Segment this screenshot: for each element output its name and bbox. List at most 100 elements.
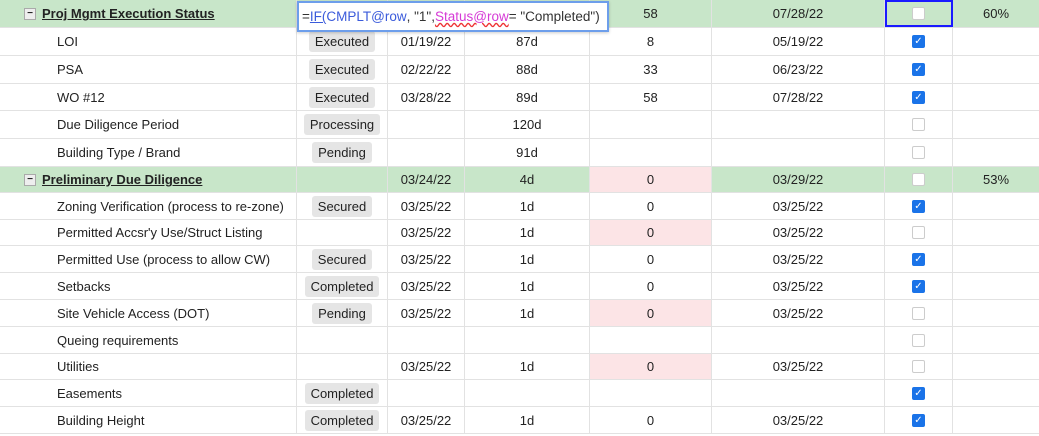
- task-name-cell[interactable]: Building Type / Brand: [0, 139, 297, 166]
- task-name-cell[interactable]: Due Diligence Period: [0, 111, 297, 138]
- status-cell[interactable]: Secured: [297, 193, 388, 219]
- percent-cell[interactable]: [953, 84, 1039, 110]
- table-row[interactable]: Zoning Verification (process to re-zone)…: [0, 193, 1039, 220]
- percent-cell[interactable]: [953, 407, 1039, 433]
- table-row[interactable]: Site Vehicle Access (DOT) Pending 03/25/22…: [0, 300, 1039, 327]
- checkbox-icon[interactable]: [912, 306, 925, 320]
- percent-cell[interactable]: [953, 111, 1039, 138]
- end-date-cell[interactable]: 06/23/22: [712, 56, 885, 83]
- checkbox-icon[interactable]: [912, 333, 925, 347]
- table-row[interactable]: Easements Completed ✓: [0, 380, 1039, 407]
- complete-cell[interactable]: ✓: [885, 246, 953, 272]
- start-date-cell[interactable]: [388, 111, 465, 138]
- status-cell[interactable]: [297, 354, 388, 379]
- status-cell[interactable]: Executed: [297, 28, 388, 55]
- days-cell[interactable]: [590, 139, 712, 166]
- task-name-cell[interactable]: Utilities: [0, 354, 297, 379]
- collapse-icon[interactable]: −: [24, 7, 36, 20]
- duration-cell[interactable]: 89d: [465, 84, 590, 110]
- task-name-cell[interactable]: Permitted Use (process to allow CW): [0, 246, 297, 272]
- end-date-cell[interactable]: 03/29/22: [712, 167, 885, 192]
- duration-cell[interactable]: 1d: [465, 407, 590, 433]
- complete-cell[interactable]: [885, 220, 953, 245]
- complete-cell[interactable]: ✓: [885, 380, 953, 406]
- table-row[interactable]: Queing requirements: [0, 327, 1039, 354]
- start-date-cell[interactable]: 03/25/22: [388, 300, 465, 326]
- duration-cell[interactable]: [465, 327, 590, 353]
- start-date-cell[interactable]: [388, 139, 465, 166]
- days-cell[interactable]: 0: [590, 220, 712, 245]
- days-cell[interactable]: 8: [590, 28, 712, 55]
- task-name-cell[interactable]: − Proj Mgmt Execution Status: [0, 0, 297, 27]
- task-name-cell[interactable]: Queing requirements: [0, 327, 297, 353]
- start-date-cell[interactable]: 03/28/22: [388, 84, 465, 110]
- task-name-cell[interactable]: WO #12: [0, 84, 297, 110]
- collapse-icon[interactable]: −: [24, 173, 36, 186]
- checkbox-icon[interactable]: [912, 146, 925, 159]
- percent-cell[interactable]: [953, 28, 1039, 55]
- start-date-cell[interactable]: 03/25/22: [388, 407, 465, 433]
- checkbox-icon[interactable]: [912, 226, 925, 239]
- status-cell[interactable]: Completed: [297, 380, 388, 406]
- duration-cell[interactable]: 1d: [465, 246, 590, 272]
- status-cell[interactable]: [297, 327, 388, 353]
- percent-cell[interactable]: [953, 273, 1039, 299]
- table-row[interactable]: Building Height Completed 03/25/22 1d 0 03/25…: [0, 407, 1039, 434]
- start-date-cell[interactable]: [388, 327, 465, 353]
- table-row[interactable]: Permitted Use (process to allow CW) Secur…: [0, 246, 1039, 273]
- task-name-cell[interactable]: Zoning Verification (process to re-zone): [0, 193, 297, 219]
- status-cell[interactable]: Completed: [297, 407, 388, 433]
- table-row[interactable]: Utilities 03/25/22 1d 0 03/25/22: [0, 354, 1039, 380]
- table-row[interactable]: PSA Executed 02/22/22 88d 33 06/23/22 ✓: [0, 56, 1039, 84]
- complete-cell[interactable]: ✓: [885, 273, 953, 299]
- end-date-cell[interactable]: 03/25/22: [712, 220, 885, 245]
- table-row[interactable]: Permitted Accsr'y Use/Struct Listing 03/2…: [0, 220, 1039, 246]
- complete-cell[interactable]: [885, 111, 953, 138]
- status-cell[interactable]: Executed: [297, 56, 388, 83]
- status-cell[interactable]: Processing: [297, 111, 388, 138]
- duration-cell[interactable]: [465, 380, 590, 406]
- end-date-cell[interactable]: 03/25/22: [712, 407, 885, 433]
- days-cell[interactable]: [590, 380, 712, 406]
- percent-cell[interactable]: [953, 56, 1039, 83]
- duration-cell[interactable]: 87d: [465, 28, 590, 55]
- percent-cell[interactable]: 53%: [953, 167, 1039, 192]
- percent-cell[interactable]: [953, 193, 1039, 219]
- status-cell[interactable]: Secured: [297, 246, 388, 272]
- complete-cell[interactable]: [885, 300, 953, 326]
- checkbox-checked-icon[interactable]: ✓: [912, 252, 925, 266]
- percent-cell[interactable]: [953, 327, 1039, 353]
- status-cell[interactable]: Executed: [297, 84, 388, 110]
- complete-cell[interactable]: ✓: [885, 28, 953, 55]
- checkbox-icon[interactable]: [912, 360, 925, 373]
- days-cell[interactable]: 0: [590, 246, 712, 272]
- task-name-cell[interactable]: Easements: [0, 380, 297, 406]
- checkbox-icon[interactable]: [912, 7, 925, 20]
- end-date-cell[interactable]: 03/25/22: [712, 273, 885, 299]
- end-date-cell[interactable]: [712, 139, 885, 166]
- formula-editor[interactable]: = IF(CMPLT@row, "1", Status@row = "Comple…: [297, 1, 609, 32]
- percent-cell[interactable]: [953, 300, 1039, 326]
- complete-cell[interactable]: [885, 327, 953, 353]
- complete-cell[interactable]: ✓: [885, 84, 953, 110]
- table-row[interactable]: Setbacks Completed 03/25/22 1d 0 03/25/22 ✓: [0, 273, 1039, 300]
- table-row[interactable]: WO #12 Executed 03/28/22 89d 58 07/28/22 ✓: [0, 84, 1039, 111]
- table-row[interactable]: Due Diligence Period Processing 120d: [0, 111, 1039, 139]
- end-date-cell[interactable]: 03/25/22: [712, 354, 885, 379]
- percent-cell[interactable]: 60%: [953, 0, 1039, 27]
- status-cell[interactable]: Completed: [297, 273, 388, 299]
- end-date-cell[interactable]: 03/25/22: [712, 193, 885, 219]
- start-date-cell[interactable]: 03/25/22: [388, 354, 465, 379]
- percent-cell[interactable]: [953, 380, 1039, 406]
- end-date-cell[interactable]: 03/25/22: [712, 246, 885, 272]
- days-cell[interactable]: 0: [590, 167, 712, 192]
- status-cell[interactable]: Pending: [297, 139, 388, 166]
- days-cell[interactable]: 0: [590, 193, 712, 219]
- start-date-cell[interactable]: 03/25/22: [388, 220, 465, 245]
- table-row[interactable]: Building Type / Brand Pending 91d: [0, 139, 1039, 167]
- percent-cell[interactable]: [953, 220, 1039, 245]
- percent-cell[interactable]: [953, 139, 1039, 166]
- start-date-cell[interactable]: 03/25/22: [388, 246, 465, 272]
- end-date-cell[interactable]: 07/28/22: [712, 84, 885, 110]
- duration-cell[interactable]: 1d: [465, 220, 590, 245]
